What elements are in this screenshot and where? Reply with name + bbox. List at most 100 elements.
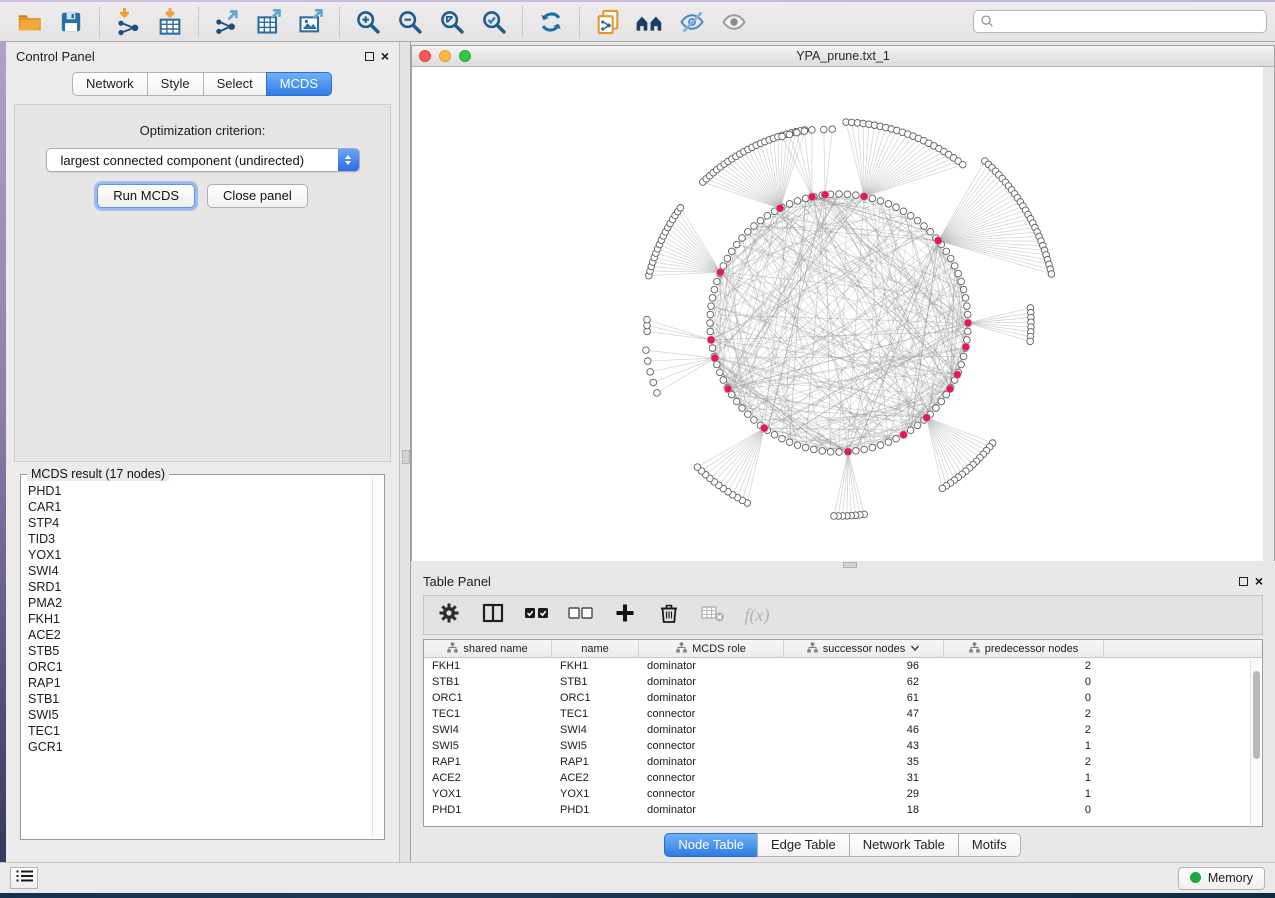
mcds-result-node[interactable]: STB1	[28, 691, 371, 707]
control-panel-tab[interactable]: MCDS	[266, 72, 332, 96]
cell-shared-name: SWI4	[424, 724, 552, 736]
export-network-button[interactable]	[206, 5, 248, 39]
open-button[interactable]	[8, 5, 50, 39]
column-header[interactable]: shared name	[424, 640, 552, 657]
control-panel-tab[interactable]: Network	[72, 72, 148, 96]
search-field[interactable]	[973, 10, 1267, 33]
control-panel-tab[interactable]: Style	[147, 72, 204, 96]
table-row[interactable]: TEC1 TEC1 connector 47 2	[424, 706, 1262, 722]
save-button[interactable]	[50, 5, 92, 39]
zoom-in-button[interactable]	[347, 5, 389, 39]
table-scrollbar-thumb[interactable]	[1253, 671, 1260, 759]
unchecked-boxes-icon	[567, 601, 595, 630]
table-body: FKH1 FKH1 dominator 96 2 STB1 STB1 domin…	[424, 658, 1262, 818]
close-panel-icon[interactable]: ×	[1255, 576, 1263, 586]
import-network-button[interactable]	[107, 5, 149, 39]
zoom-selected-button[interactable]	[473, 5, 515, 39]
table-row[interactable]: ORC1 ORC1 dominator 61 0	[424, 690, 1262, 706]
cell-predecessor-nodes: 1	[944, 740, 1104, 752]
table-row[interactable]: SWI4 SWI4 dominator 46 2	[424, 722, 1262, 738]
toolbar-separator	[99, 7, 100, 37]
float-panel-icon[interactable]	[365, 52, 374, 61]
mcds-result-node[interactable]: RAP1	[28, 675, 371, 691]
table-panel-tab[interactable]: Node Table	[664, 833, 758, 857]
cell-mcds-role: dominator	[639, 756, 784, 768]
table-row[interactable]: STB1 STB1 dominator 62 0	[424, 674, 1262, 690]
table-panel-tab[interactable]: Motifs	[958, 833, 1021, 857]
show-all-button[interactable]	[713, 5, 755, 39]
optimization-criterion-select[interactable]: largest connected component (undirected)	[46, 148, 360, 172]
horizontal-splitter[interactable]	[411, 561, 1275, 569]
mcds-result-node[interactable]: FKH1	[28, 611, 371, 627]
network-canvas[interactable]	[412, 67, 1263, 561]
splitter-handle[interactable]	[843, 562, 857, 568]
mcds-result-node[interactable]: TEC1	[28, 723, 371, 739]
table-settings-button[interactable]	[432, 599, 466, 631]
network-column-icon	[969, 642, 980, 656]
table-row[interactable]: SWI5 SWI5 connector 43 1	[424, 738, 1262, 754]
import-table-button[interactable]	[149, 5, 191, 39]
column-header-label: predecessor nodes	[985, 643, 1079, 655]
mcds-result-list[interactable]: PHD1CAR1STP4TID3YOX1SWI4SRD1PMA2FKH1ACE2…	[28, 483, 371, 837]
mcds-result-node[interactable]: PMA2	[28, 595, 371, 611]
mcds-result-node[interactable]: STP4	[28, 515, 371, 531]
new-network-from-selection-icon	[594, 8, 622, 36]
close-panel-icon[interactable]: ×	[381, 51, 389, 61]
vertical-splitter[interactable]	[400, 42, 411, 862]
new-network-from-selection-button[interactable]	[587, 5, 629, 39]
table-row[interactable]: FKH1 FKH1 dominator 96 2	[424, 658, 1262, 674]
first-neighbors-button[interactable]	[629, 5, 671, 39]
mcds-result-node[interactable]: SRD1	[28, 579, 371, 595]
column-header[interactable]: predecessor nodes	[944, 640, 1104, 657]
hide-selected-button[interactable]	[671, 5, 713, 39]
mcds-result-node[interactable]: YOX1	[28, 547, 371, 563]
mcds-result-scrollbar[interactable]	[372, 477, 383, 837]
deselect-all-rows-button[interactable]	[564, 599, 598, 631]
export-image-button[interactable]	[290, 5, 332, 39]
zoom-fit-button[interactable]	[431, 5, 473, 39]
select-all-rows-button[interactable]	[520, 599, 554, 631]
zoom-out-button[interactable]	[389, 5, 431, 39]
control-panel-tab[interactable]: Select	[203, 72, 267, 96]
search-input[interactable]	[995, 15, 1260, 29]
mcds-result-node[interactable]: GCR1	[28, 739, 371, 755]
table-row[interactable]: RAP1 RAP1 dominator 35 2	[424, 754, 1262, 770]
refresh-button[interactable]	[530, 5, 572, 39]
table-panel-tab[interactable]: Edge Table	[757, 833, 850, 857]
splitter-handle[interactable]	[402, 450, 410, 464]
memory-button[interactable]: Memory	[1178, 867, 1265, 890]
mcds-result-node[interactable]: ORC1	[28, 659, 371, 675]
delete-table-button[interactable]	[696, 599, 730, 631]
table-row[interactable]: ACE2 ACE2 connector 31 1	[424, 770, 1262, 786]
cell-name: ORC1	[552, 692, 639, 704]
panels-menu-button[interactable]	[10, 867, 38, 889]
create-column-button[interactable]	[608, 599, 642, 631]
run-mcds-button[interactable]: Run MCDS	[97, 184, 195, 208]
table-row[interactable]: PHD1 PHD1 dominator 18 0	[424, 802, 1262, 818]
cell-mcds-role: dominator	[639, 804, 784, 816]
column-header[interactable]: MCDS role	[639, 640, 784, 657]
table-scrollbar[interactable]	[1250, 659, 1261, 825]
cell-shared-name: ORC1	[424, 692, 552, 704]
toolbar-separator	[339, 7, 340, 37]
mcds-result-node[interactable]: SWI4	[28, 563, 371, 579]
show-column-panel-button[interactable]	[476, 599, 510, 631]
float-panel-icon[interactable]	[1239, 577, 1248, 586]
table-row[interactable]: YOX1 YOX1 connector 29 1	[424, 786, 1262, 802]
close-panel-button[interactable]: Close panel	[207, 184, 308, 208]
column-header[interactable]: successor nodes	[784, 640, 944, 657]
delete-column-button[interactable]	[652, 599, 686, 631]
column-header[interactable]: name	[552, 640, 639, 657]
network-window-titlebar[interactable]: YPA_prune.txt_1	[412, 46, 1274, 67]
export-table-button[interactable]	[248, 5, 290, 39]
mcds-result-node[interactable]: CAR1	[28, 499, 371, 515]
function-builder-button[interactable]: f(x)	[740, 599, 774, 631]
network-window-title: YPA_prune.txt_1	[412, 49, 1274, 63]
mcds-result-node[interactable]: TID3	[28, 531, 371, 547]
mcds-result-node[interactable]: STB5	[28, 643, 371, 659]
table-panel-tab[interactable]: Network Table	[849, 833, 959, 857]
mcds-result-node[interactable]: ACE2	[28, 627, 371, 643]
mcds-result-node[interactable]: PHD1	[28, 483, 371, 499]
mcds-result-node[interactable]: SWI5	[28, 707, 371, 723]
table-header-row: shared name name	[424, 640, 1262, 658]
